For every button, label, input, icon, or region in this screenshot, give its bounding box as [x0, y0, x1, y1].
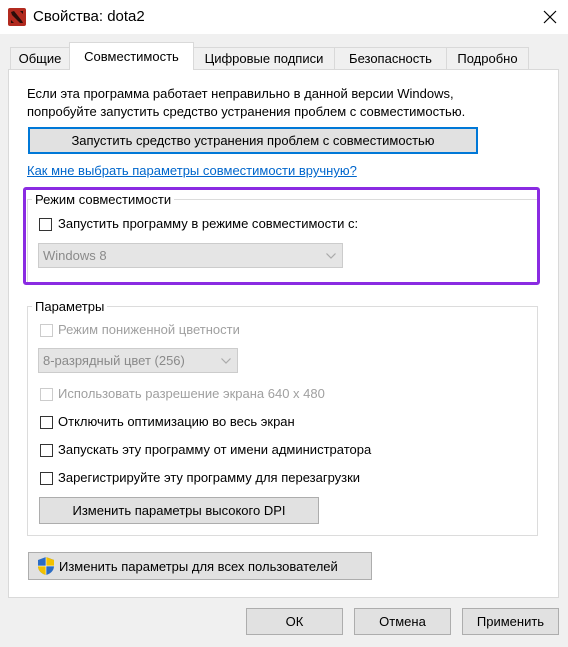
high-dpi-button[interactable]: Изменить параметры высокого DPI — [39, 497, 319, 524]
intro-line-2: попробуйте запустить средство устранения… — [27, 104, 466, 119]
res-640-checkbox[interactable] — [40, 388, 53, 401]
disable-fullscreen-label[interactable]: Отключить оптимизацию во весь экран — [58, 414, 295, 429]
tab-compatibility[interactable]: Совместимость — [69, 42, 194, 70]
highlight-annotation — [23, 187, 540, 285]
run-troubleshooter-button[interactable]: Запустить средство устранения проблем с … — [28, 127, 478, 154]
uac-shield-icon — [38, 557, 54, 575]
tab-details[interactable]: Подробно — [446, 47, 529, 69]
close-button[interactable] — [532, 0, 568, 34]
apply-button[interactable]: Применить — [462, 608, 559, 635]
tab-digital-signatures[interactable]: Цифровые подписи — [193, 47, 335, 69]
cancel-button[interactable]: Отмена — [354, 608, 451, 635]
window-title: Свойства: dota2 — [33, 8, 145, 25]
change-all-users-button[interactable]: Изменить параметры для всех пользователе… — [28, 552, 372, 580]
tab-security[interactable]: Безопасность — [334, 47, 447, 69]
run-as-admin-label[interactable]: Запускать эту программу от имени админис… — [58, 442, 371, 457]
intro-line-1: Если эта программа работает неправильно … — [27, 86, 454, 101]
dota2-icon — [8, 8, 26, 26]
run-as-admin-checkbox[interactable] — [40, 444, 53, 457]
color-depth-select[interactable]: 8-разрядный цвет (256) — [38, 348, 238, 373]
params-group-label: Параметры — [32, 299, 108, 314]
ok-button[interactable]: ОК — [246, 608, 343, 635]
res-640-label: Использовать разрешение экрана 640 x 480 — [58, 386, 325, 401]
close-icon — [543, 10, 557, 24]
disable-fullscreen-checkbox[interactable] — [40, 416, 53, 429]
register-restart-label[interactable]: Зарегистрируйте эту программу для переза… — [58, 470, 360, 485]
register-restart-checkbox[interactable] — [40, 472, 53, 485]
chevron-down-icon — [221, 357, 231, 364]
tab-general[interactable]: Общие — [10, 47, 70, 69]
reduced-color-label: Режим пониженной цветности — [58, 322, 240, 337]
manual-settings-link[interactable]: Как мне выбрать параметры совместимости … — [27, 163, 357, 178]
reduced-color-checkbox[interactable] — [40, 324, 53, 337]
